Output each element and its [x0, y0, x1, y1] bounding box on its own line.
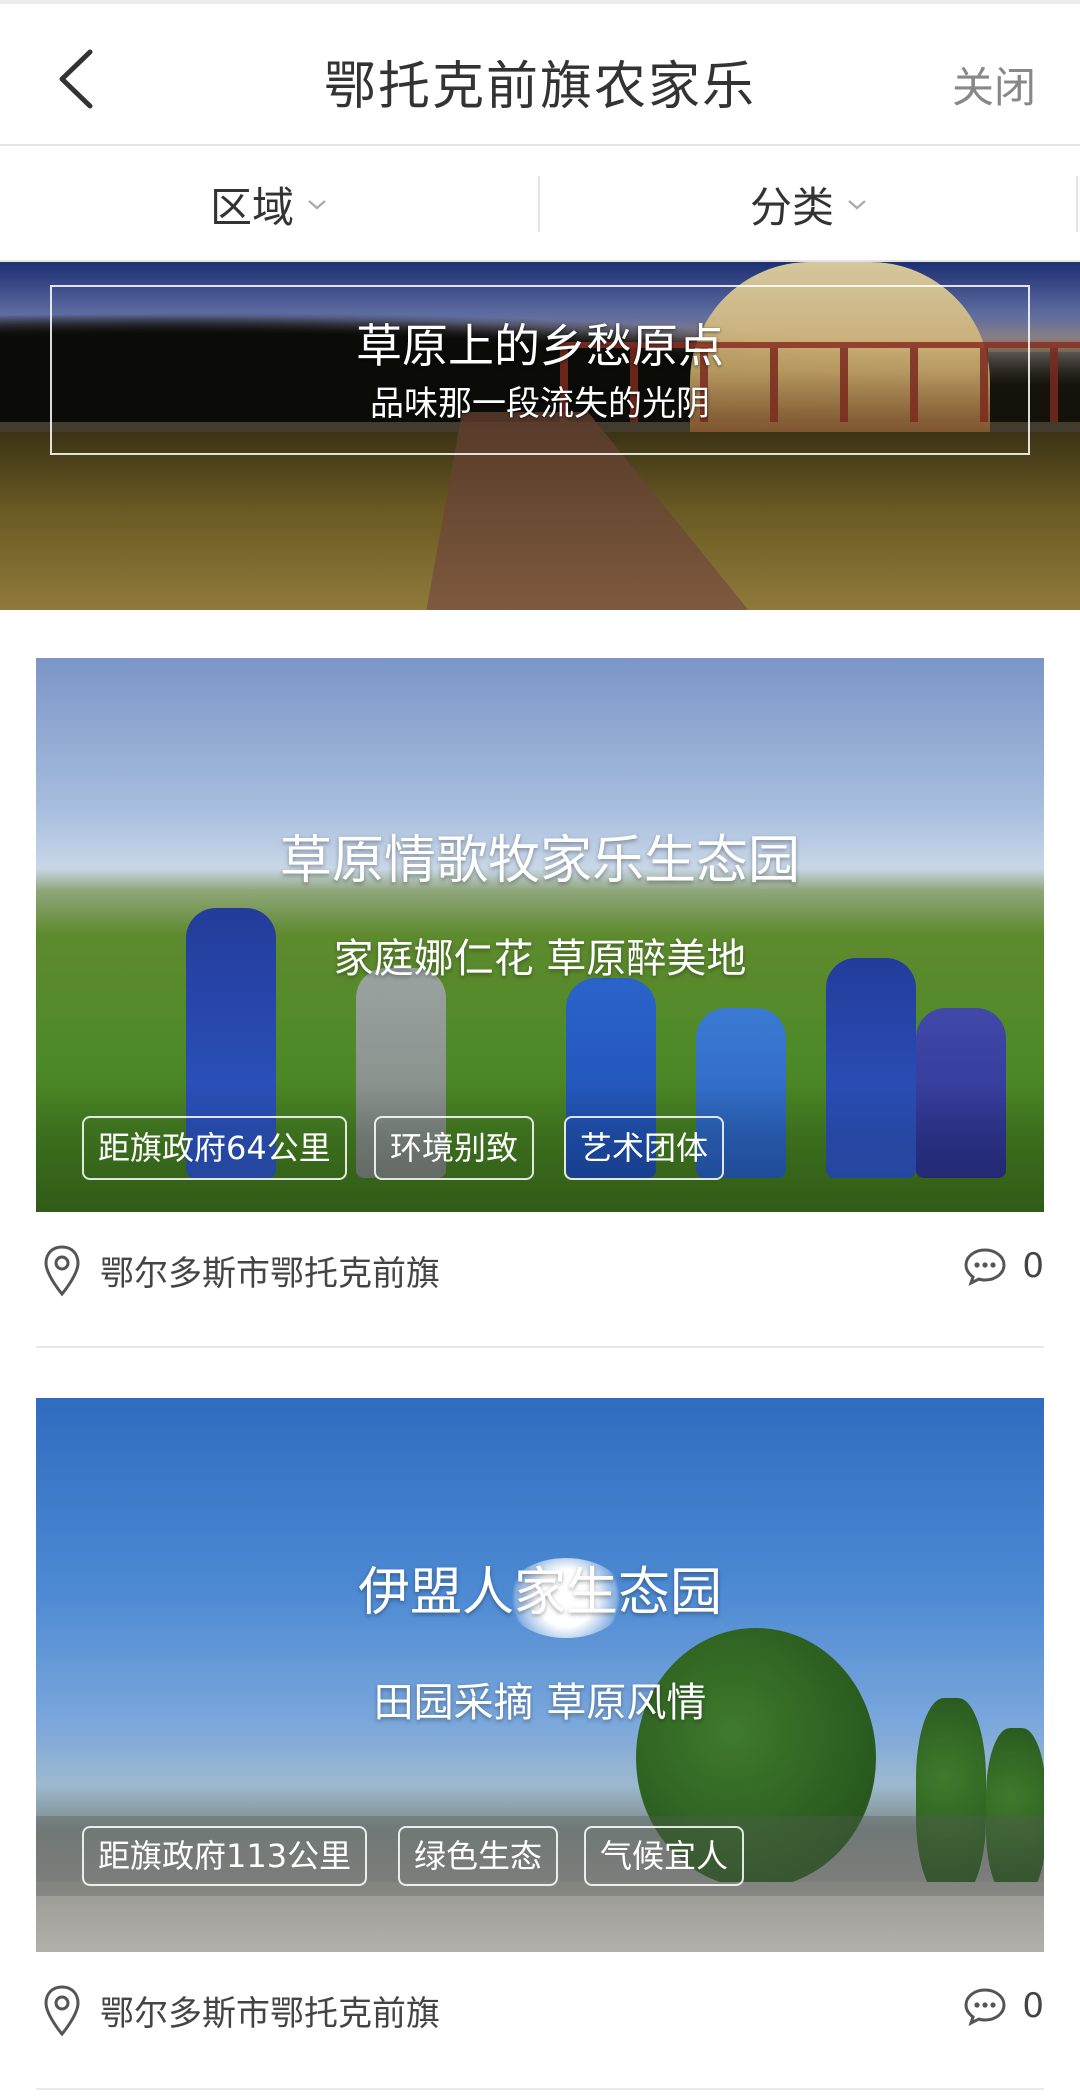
tag: 环境别致: [374, 1116, 535, 1180]
listing-location-row: 鄂尔多斯市鄂托克前旗 0: [36, 1972, 1044, 2052]
comment-bubble-icon: [964, 1988, 1006, 2026]
listing-subtitle: 家庭娜仁花 草原醉美地: [333, 936, 747, 982]
comment-count: 0: [1022, 1246, 1044, 1286]
location-text: 鄂尔多斯市鄂托克前旗: [100, 1994, 440, 2034]
comment-bubble-icon: [964, 1248, 1006, 1286]
tag-row: 距旗政府64公里 环境别致 艺术团体: [36, 1082, 1044, 1212]
listing-title: 伊盟人家生态园: [357, 1563, 722, 1623]
filter-region-dropdown[interactable]: 区域: [0, 146, 538, 262]
tag-row: 距旗政府113公里 绿色生态 气候宜人: [36, 1816, 1044, 1896]
banner-subtitle: 品味那一段流失的光阴: [370, 384, 710, 424]
map-pin-icon: [44, 1245, 80, 1297]
filter-bar: 区域 分类: [0, 146, 1080, 262]
tag: 距旗政府64公里: [82, 1116, 347, 1180]
listing-card-image[interactable]: 伊盟人家生态园 田园采摘 草原风情 距旗政府113公里 绿色生态 气候宜人: [36, 1398, 1044, 1952]
chevron-down-icon: [848, 200, 866, 210]
divider: [1076, 176, 1078, 232]
page-title: 鄂托克前旗农家乐: [323, 57, 756, 117]
listing-subtitle: 田园采摘 草原风情: [373, 1680, 707, 1726]
tag: 气候宜人: [584, 1826, 745, 1886]
close-button[interactable]: 关闭: [952, 54, 1036, 115]
tag: 艺术团体: [564, 1116, 725, 1180]
comment-count-button[interactable]: 0: [962, 1986, 1044, 2026]
listing-location-row: 鄂尔多斯市鄂托克前旗 0: [36, 1232, 1044, 1312]
tag: 距旗政府113公里: [82, 1826, 368, 1886]
banner-title: 草原上的乡愁原点: [356, 319, 724, 373]
filter-category-dropdown[interactable]: 分类: [540, 146, 1078, 262]
comment-count-button[interactable]: 0: [962, 1246, 1044, 1286]
divider: [36, 1346, 1044, 1348]
tag: 绿色生态: [398, 1826, 559, 1886]
filter-category-label: 分类: [749, 182, 834, 232]
filter-region-label: 区域: [209, 182, 294, 232]
comment-count: 0: [1022, 1986, 1044, 2026]
chevron-down-icon: [308, 200, 326, 210]
divider: [36, 2088, 1044, 2090]
listing-card-image[interactable]: 草原情歌牧家乐生态园 家庭娜仁花 草原醉美地 距旗政府64公里 环境别致 艺术团…: [36, 658, 1044, 1212]
top-nav-bar: 鄂托克前旗农家乐 关闭: [0, 0, 1080, 146]
listing-title: 草原情歌牧家乐生态园: [279, 831, 800, 891]
map-pin-icon: [44, 1985, 80, 2037]
location-text: 鄂尔多斯市鄂托克前旗: [100, 1254, 440, 1294]
